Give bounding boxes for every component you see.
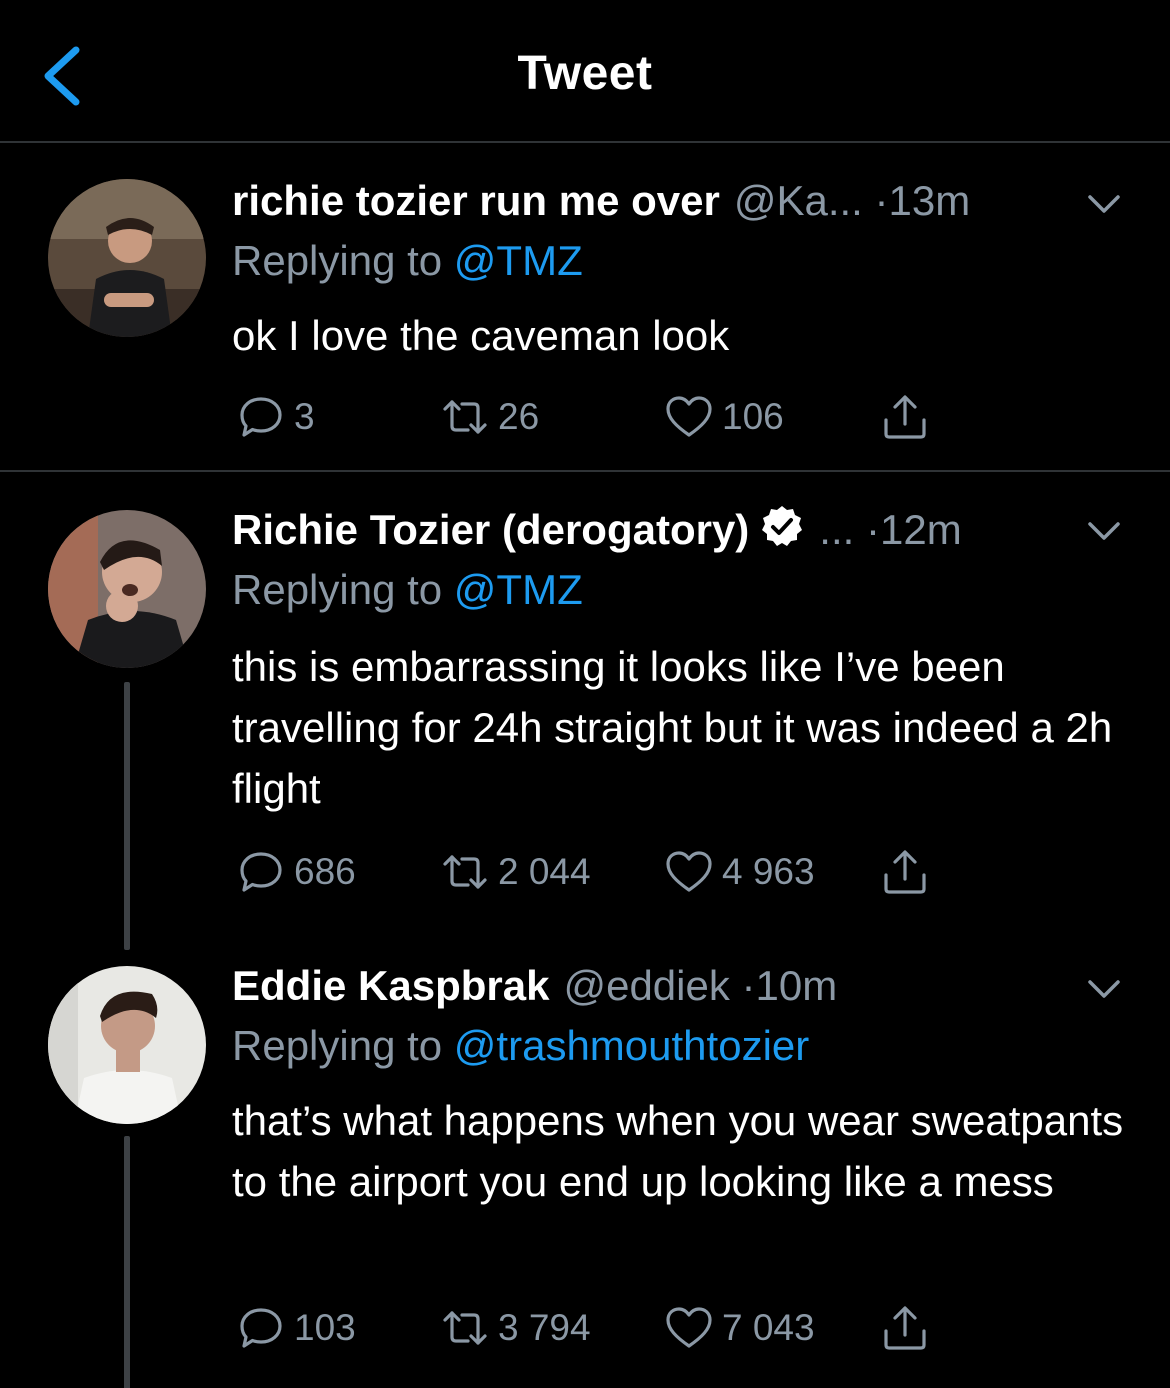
replying-prefix: Replying to [232, 237, 443, 284]
share-button[interactable] [880, 1300, 930, 1356]
retweet-icon [443, 400, 487, 434]
tweet-menu-button[interactable] [1084, 516, 1124, 546]
reply-button[interactable]: 3 [236, 389, 315, 445]
tweet-meta: richie tozier run me over @Ka... ·13m [232, 173, 1140, 229]
replying-to: Replying to @TMZ [232, 233, 583, 289]
tweet[interactable]: Eddie Kaspbrak @eddiek ·10m Replying to @… [0, 934, 1170, 1388]
like-count: 7 043 [722, 1307, 815, 1348]
reply-count: 3 [294, 396, 315, 437]
replying-prefix: Replying to [232, 566, 443, 613]
thread-line [124, 682, 130, 950]
tweet-text: ok I love the caveman look [232, 312, 730, 359]
top-bar: Tweet [0, 0, 1170, 143]
user-handle[interactable]: @eddiek [563, 962, 729, 1009]
replying-to: Replying to @trashmouthtozier [232, 1018, 809, 1074]
tweet-menu-button[interactable] [1084, 189, 1124, 219]
retweet-button[interactable]: 26 [440, 389, 539, 445]
share-icon [884, 850, 926, 894]
separator-dot: · [865, 506, 880, 553]
mention-link[interactable]: @trashmouthtozier [454, 1022, 809, 1069]
tweet-menu-button[interactable] [1084, 974, 1124, 1004]
verified-badge-icon [762, 506, 803, 546]
heart-icon [666, 1307, 712, 1348]
retweet-count: 3 794 [498, 1307, 591, 1348]
reply-button[interactable]: 103 [236, 1300, 356, 1356]
retweet-icon [443, 1311, 487, 1345]
chevron-down-icon [1088, 195, 1120, 213]
display-name[interactable]: richie tozier run me over [232, 177, 720, 224]
replying-prefix: Replying to [232, 1022, 443, 1069]
share-button[interactable] [880, 389, 930, 445]
display-name[interactable]: Richie Tozier (derogatory) [232, 506, 749, 553]
page-title: Tweet [517, 47, 653, 100]
reply-icon [240, 852, 282, 892]
tweet-actions: 3 26 106 [232, 389, 952, 445]
mention-link[interactable]: @TMZ [454, 566, 583, 613]
like-button[interactable]: 106 [664, 389, 784, 445]
retweet-count: 2 044 [498, 851, 591, 892]
heart-icon [666, 851, 712, 892]
reply-count: 103 [294, 1307, 356, 1348]
timestamp[interactable]: 12m [880, 506, 962, 553]
heart-icon [666, 396, 712, 437]
tweet[interactable]: Richie Tozier (derogatory)... ·12m Reply… [0, 474, 1170, 950]
tweet-text: this is embarrassing it looks like I’ve … [232, 643, 1113, 812]
tweet-actions: 103 3 794 7 043 [232, 1300, 952, 1356]
separator-dot: · [741, 962, 756, 1009]
timestamp[interactable]: 10m [756, 962, 838, 1009]
chevron-down-icon [1088, 980, 1120, 998]
like-count: 4 963 [722, 851, 815, 892]
reply-button[interactable]: 686 [236, 844, 356, 900]
tweet-text: that’s what happens when you wear sweatp… [232, 1097, 1124, 1205]
like-button[interactable]: 4 963 [664, 844, 815, 900]
reply-icon [240, 397, 282, 437]
avatar[interactable] [48, 510, 206, 668]
tweet[interactable]: richie tozier run me over @Ka... ·13m Rep… [0, 145, 1170, 472]
timestamp[interactable]: 13m [889, 177, 971, 224]
retweet-icon [443, 855, 487, 889]
like-button[interactable]: 7 043 [664, 1300, 815, 1356]
retweet-count: 26 [498, 396, 540, 437]
chevron-down-icon [1088, 522, 1120, 540]
tweet-meta: Eddie Kaspbrak @eddiek ·10m [232, 958, 1140, 1014]
user-handle[interactable]: @Ka... [734, 177, 863, 224]
tweet-meta: Richie Tozier (derogatory)... ·12m [232, 502, 1140, 558]
tweet-actions: 686 2 044 4 963 [232, 844, 952, 900]
retweet-button[interactable]: 2 044 [440, 844, 591, 900]
share-button[interactable] [880, 844, 930, 900]
mention-link[interactable]: @TMZ [454, 237, 583, 284]
separator-dot: · [874, 177, 889, 224]
replying-to: Replying to @TMZ [232, 562, 583, 618]
user-handle[interactable]: ... [819, 506, 854, 553]
avatar[interactable] [48, 966, 206, 1124]
reply-icon [240, 1308, 282, 1348]
like-count: 106 [722, 396, 784, 437]
retweet-button[interactable]: 3 794 [440, 1300, 591, 1356]
share-icon [884, 1306, 926, 1350]
thread-line [124, 1136, 130, 1388]
display-name[interactable]: Eddie Kaspbrak [232, 962, 549, 1009]
share-icon [884, 395, 926, 439]
reply-count: 686 [294, 851, 356, 892]
avatar[interactable] [48, 179, 206, 337]
